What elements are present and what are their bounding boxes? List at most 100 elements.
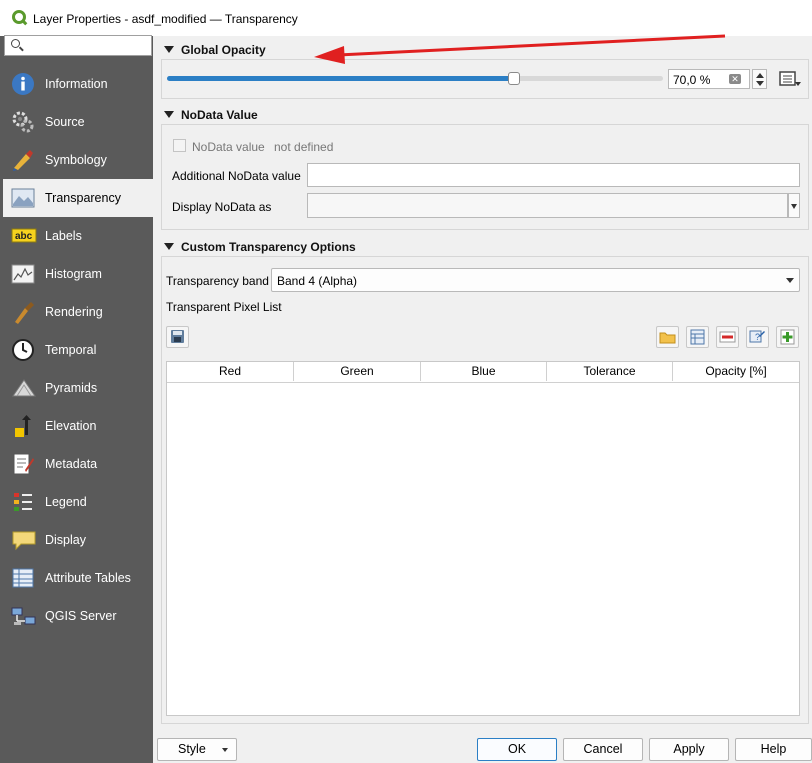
histogram-icon	[11, 262, 35, 286]
column-header-tolerance[interactable]: Tolerance	[547, 362, 673, 381]
column-header-green[interactable]: Green	[294, 362, 421, 381]
additional-nodata-label: Additional NoData value	[172, 169, 301, 183]
pick-from-map-icon[interactable]: ?	[746, 326, 769, 348]
temporal-icon	[11, 338, 35, 362]
svg-text:?: ?	[755, 332, 760, 342]
sidebar-item-qgis-server[interactable]: QGIS Server	[3, 597, 153, 635]
transparency-band-label: Transparency band	[166, 274, 269, 288]
chevron-down-icon	[222, 748, 228, 752]
sidebar-item-attribute-tables[interactable]: Attribute Tables	[3, 559, 153, 597]
group-header-custom-transparency[interactable]: Custom Transparency Options	[181, 240, 356, 254]
display-nodata-color-button[interactable]	[307, 193, 788, 218]
annotation-arrow	[314, 34, 726, 64]
sidebar-item-transparency[interactable]: Transparency	[3, 179, 153, 217]
information-icon	[11, 72, 35, 96]
qgis-server-icon	[11, 604, 36, 628]
group-header-nodata[interactable]: NoData Value	[181, 108, 258, 122]
spin-up-icon[interactable]	[756, 73, 764, 78]
opacity-slider-handle[interactable]	[508, 72, 521, 85]
display-nodata-dropdown[interactable]	[788, 193, 800, 218]
remove-icon[interactable]	[716, 326, 739, 348]
nodata-checkbox[interactable]	[173, 139, 186, 152]
search-input[interactable]	[4, 35, 152, 56]
sidebar-item-label: Transparency	[45, 191, 121, 205]
opacity-slider-track[interactable]	[167, 76, 663, 81]
metadata-icon	[11, 452, 35, 476]
apply-button[interactable]: Apply	[649, 738, 729, 761]
sidebar-item-label: Elevation	[45, 419, 97, 433]
sidebar-item-pyramids[interactable]: Pyramids	[3, 369, 153, 407]
sidebar-item-labels[interactable]: abc Labels	[3, 217, 153, 255]
window-title: Layer Properties - asdf_modified — Trans…	[33, 12, 298, 26]
transparent-pixel-table[interactable]: Red Green Blue Tolerance Opacity [%]	[166, 361, 800, 716]
search-icon	[11, 39, 20, 48]
style-button-label: Style	[178, 742, 206, 756]
sidebar-item-legend[interactable]: Legend	[3, 483, 153, 521]
sidebar-item-label: Histogram	[45, 267, 102, 281]
attribute-tables-icon	[11, 566, 35, 590]
sidebar-item-symbology[interactable]: Symbology	[3, 141, 153, 179]
import-from-data-icon[interactable]	[686, 326, 709, 348]
collapse-triangle-icon[interactable]	[164, 243, 174, 250]
collapse-triangle-icon[interactable]	[164, 46, 174, 53]
data-defined-override-icon[interactable]	[777, 69, 803, 89]
opacity-spin-buttons[interactable]	[752, 69, 767, 89]
source-icon	[11, 110, 35, 134]
cancel-button[interactable]: Cancel	[563, 738, 643, 761]
sidebar-item-information[interactable]: Information	[3, 65, 153, 103]
sidebar-item-histogram[interactable]: Histogram	[3, 255, 153, 293]
sidebar-item-rendering[interactable]: Rendering	[3, 293, 153, 331]
sidebar-item-label: Rendering	[45, 305, 103, 319]
sidebar-item-label: Temporal	[45, 343, 97, 357]
add-icon[interactable]	[776, 326, 799, 348]
display-icon	[11, 528, 36, 552]
elevation-icon	[11, 414, 35, 438]
pyramids-icon	[11, 376, 36, 400]
column-header-opacity[interactable]: Opacity [%]	[673, 362, 799, 381]
sidebar-item-label: Symbology	[45, 153, 107, 167]
additional-nodata-field[interactable]	[307, 163, 800, 187]
column-header-red[interactable]: Red	[167, 362, 294, 381]
sidebar-item-elevation[interactable]: Elevation	[3, 407, 153, 445]
sidebar-item-label: Information	[45, 77, 108, 91]
chevron-down-icon	[786, 278, 794, 283]
collapse-triangle-icon[interactable]	[164, 111, 174, 118]
legend-icon	[11, 490, 35, 514]
sidebar-item-label: QGIS Server	[45, 609, 117, 623]
group-header-global-opacity[interactable]: Global Opacity	[181, 43, 266, 57]
clear-icon[interactable]: ✕	[729, 74, 741, 84]
sidebar-item-label: Pyramids	[45, 381, 98, 395]
save-icon[interactable]	[166, 326, 189, 348]
sidebar-item-metadata[interactable]: Metadata	[3, 445, 153, 483]
opacity-spinbox[interactable]: 70,0 % ✕	[668, 69, 750, 89]
ok-button[interactable]: OK	[477, 738, 557, 761]
svg-text:abc: abc	[15, 231, 33, 242]
transparency-icon	[11, 186, 35, 210]
spin-down-icon[interactable]	[756, 81, 764, 86]
sidebar-item-label: Metadata	[45, 457, 98, 471]
style-button[interactable]: Style	[157, 738, 237, 761]
open-folder-icon[interactable]	[656, 326, 679, 348]
nodata-not-defined: not defined	[274, 140, 334, 154]
sidebar-item-source[interactable]: Source	[3, 103, 153, 141]
sidebar-item-label: Attribute Tables	[45, 571, 131, 585]
rendering-icon	[11, 300, 35, 324]
help-button[interactable]: Help	[735, 738, 812, 761]
opacity-value: 70,0 %	[673, 73, 711, 87]
column-header-blue[interactable]: Blue	[421, 362, 547, 381]
labels-icon: abc	[11, 224, 37, 248]
sidebar-item-display[interactable]: Display	[3, 521, 153, 559]
sidebar-item-label: Legend	[45, 495, 87, 509]
sidebar-item-label: Labels	[45, 229, 82, 243]
table-header: Red Green Blue Tolerance Opacity [%]	[167, 362, 799, 383]
sidebar-item-temporal[interactable]: Temporal	[3, 331, 153, 369]
chevron-down-icon	[791, 204, 797, 209]
nodata-checkbox-label: NoData value	[192, 140, 265, 154]
transparency-band-value: Band 4 (Alpha)	[277, 274, 358, 288]
sidebar-item-label: Display	[45, 533, 86, 547]
transparent-pixel-list-label: Transparent Pixel List	[166, 300, 282, 314]
opacity-slider-fill	[167, 76, 515, 81]
transparency-band-select[interactable]: Band 4 (Alpha)	[271, 268, 800, 292]
qgis-logo-icon	[12, 10, 26, 24]
display-nodata-label: Display NoData as	[172, 200, 272, 214]
